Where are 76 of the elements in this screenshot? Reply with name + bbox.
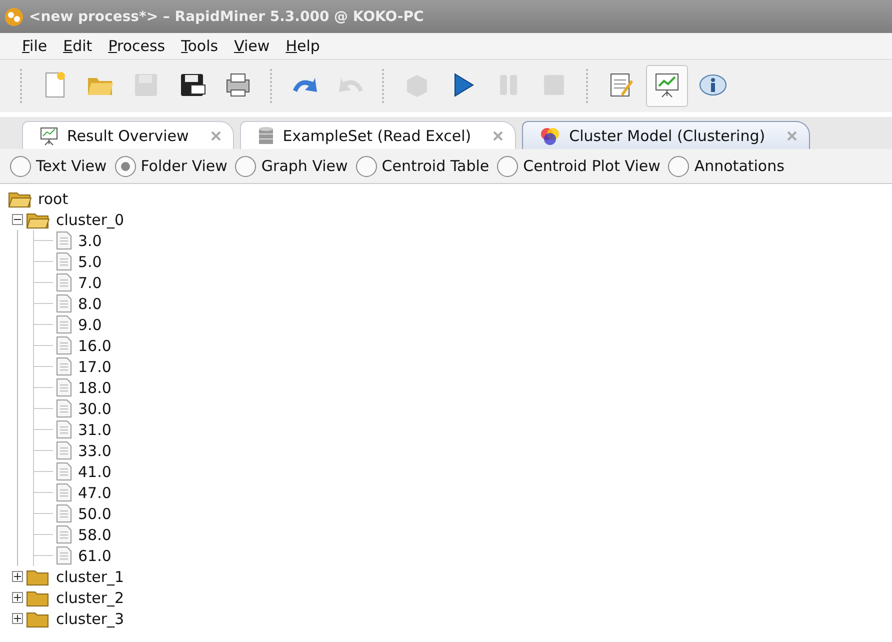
folder-icon — [26, 610, 50, 628]
document-icon — [56, 420, 72, 439]
collapse-icon[interactable] — [12, 214, 23, 225]
document-icon — [56, 483, 72, 502]
menu-item[interactable]: Edit — [57, 37, 100, 55]
tree-item[interactable]: 47.0 — [78, 484, 112, 502]
close-icon[interactable] — [787, 130, 798, 140]
tree-item[interactable]: 5.0 — [78, 252, 102, 270]
document-icon — [56, 525, 72, 544]
radio-button[interactable] — [114, 156, 136, 176]
tree-item[interactable]: 18.0 — [78, 378, 112, 396]
document-icon — [56, 546, 72, 565]
menu-item[interactable]: Help — [280, 37, 328, 55]
radio-label[interactable]: Centroid Table — [382, 157, 490, 175]
document-icon — [56, 273, 72, 292]
tree-item[interactable]: 8.0 — [78, 294, 102, 312]
document-icon — [56, 462, 72, 481]
expand-icon[interactable] — [12, 613, 23, 624]
tree-item[interactable]: root — [38, 190, 68, 208]
tab[interactable]: Cluster Model (Clustering) — [522, 121, 810, 149]
window-title: <new process*> – RapidMiner 5.3.000 @ KOKO-PC — [29, 8, 424, 24]
tree-item[interactable]: cluster_3 — [56, 610, 124, 628]
tree-item[interactable]: 41.0 — [78, 462, 112, 480]
folder-icon — [26, 568, 50, 586]
document-icon — [56, 231, 72, 250]
radio-label[interactable]: Graph View — [261, 157, 348, 175]
radio-button[interactable] — [497, 156, 518, 176]
tab[interactable]: Result Overview — [22, 121, 234, 149]
radio-button[interactable] — [356, 156, 377, 176]
tree-item[interactable]: 7.0 — [78, 274, 102, 292]
tree-item[interactable]: 31.0 — [78, 420, 112, 438]
database-icon — [256, 126, 275, 146]
tree-item[interactable]: 33.0 — [78, 442, 112, 460]
expand-icon[interactable] — [12, 592, 23, 603]
close-icon[interactable] — [493, 130, 504, 140]
radio-button[interactable] — [10, 156, 31, 176]
menu-item[interactable]: File — [16, 37, 56, 55]
radio-label[interactable]: Annotations — [694, 157, 784, 175]
tree-item[interactable]: cluster_0 — [56, 210, 124, 228]
tree-item[interactable]: cluster_2 — [56, 588, 124, 606]
document-icon — [56, 252, 72, 271]
tab[interactable]: ExampleSet (Read Excel) — [240, 121, 516, 149]
tree-item[interactable]: 3.0 — [78, 232, 102, 250]
document-icon — [56, 399, 72, 418]
folder-icon — [26, 588, 50, 606]
document-icon — [56, 378, 72, 397]
color-circles-icon — [539, 126, 562, 146]
tree-item[interactable]: 30.0 — [78, 400, 112, 418]
toolbar-button[interactable] — [646, 65, 688, 107]
close-icon[interactable] — [210, 130, 221, 140]
document-icon — [56, 357, 72, 376]
tree-item[interactable]: 61.0 — [78, 546, 112, 564]
tree-item[interactable]: 9.0 — [78, 316, 102, 334]
app-logo-icon — [4, 6, 24, 26]
menu-item[interactable]: View — [228, 37, 278, 55]
document-icon — [56, 441, 72, 460]
document-icon — [56, 336, 72, 355]
expand-icon[interactable] — [12, 571, 23, 582]
radio-label[interactable]: Centroid Plot View — [523, 157, 660, 175]
document-icon — [56, 315, 72, 334]
radio-button[interactable] — [668, 156, 690, 176]
tree-item[interactable]: 16.0 — [78, 336, 112, 354]
document-icon — [56, 294, 72, 313]
menu-item[interactable]: Tools — [175, 37, 226, 55]
radio-button[interactable] — [235, 156, 256, 176]
presentation-chart-icon — [39, 126, 59, 146]
document-icon — [56, 504, 72, 523]
open-folder-icon — [8, 190, 32, 208]
radio-label[interactable]: Text View — [36, 157, 107, 175]
radio-label[interactable]: Folder View — [140, 157, 228, 175]
menu-item[interactable]: Process — [102, 37, 174, 55]
tree-item[interactable]: 58.0 — [78, 526, 112, 544]
tree-item[interactable]: 50.0 — [78, 504, 112, 522]
open-folder-icon — [26, 210, 50, 228]
tree-item[interactable]: 17.0 — [78, 358, 112, 376]
tree-item[interactable]: cluster_1 — [56, 568, 124, 586]
